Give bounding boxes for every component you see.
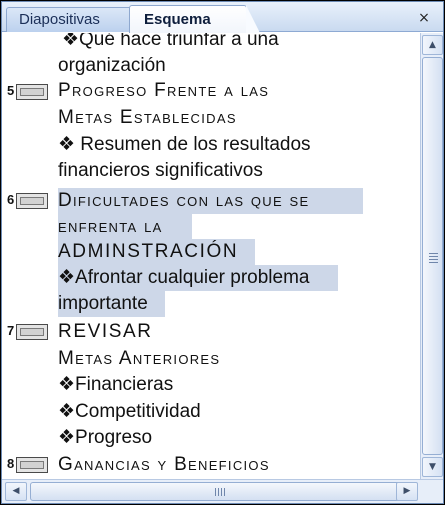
horizontal-scrollbar[interactable]: ◀ ▶ xyxy=(2,479,443,503)
scroll-left-icon[interactable]: ◀ xyxy=(5,482,27,501)
outline-bullet[interactable]: ❖Competitividad xyxy=(58,399,201,425)
pane-tab-bar: Diapositivas Esquema × xyxy=(2,2,443,33)
slide-number: 5 xyxy=(7,83,15,98)
grip-line xyxy=(221,488,222,496)
slide-title[interactable]: Dificultades con las que se xyxy=(58,188,363,214)
outline-bullet[interactable]: importante xyxy=(58,291,165,317)
grip-line xyxy=(429,256,438,257)
slide-title[interactable]: Ganancias y Beneficios xyxy=(58,452,270,478)
outline-bullet[interactable]: financieros significativos xyxy=(58,158,263,184)
slide-icon xyxy=(16,193,48,209)
horizontal-scroll-thumb[interactable] xyxy=(30,482,418,501)
scroll-up-icon[interactable]: ▲ xyxy=(422,35,443,55)
tab-outline[interactable]: Esquema xyxy=(129,5,260,33)
grip-line xyxy=(429,259,438,260)
vertical-scrollbar[interactable]: ▲ ▼ xyxy=(420,33,443,479)
slide-number: 6 xyxy=(7,192,15,207)
tab-slides[interactable]: Diapositivas xyxy=(6,7,134,32)
slide-number: 7 xyxy=(7,323,15,338)
close-icon[interactable]: × xyxy=(416,10,432,26)
outline-bullet[interactable]: organización xyxy=(58,53,166,79)
outline-content[interactable]: ❖Qué hace triunfar a una organización 5 … xyxy=(2,33,420,479)
slide-title[interactable]: Metas Anteriores xyxy=(58,346,220,372)
slide-title[interactable]: Metas Establecidas xyxy=(58,105,237,131)
slide-marker-6[interactable]: 6 xyxy=(7,190,53,210)
scroll-right-icon[interactable]: ▶ xyxy=(396,482,418,501)
tab-slides-label: Diapositivas xyxy=(19,11,100,28)
slide-number: 8 xyxy=(7,456,15,471)
slide-icon xyxy=(16,84,48,100)
outline-bullet[interactable]: ❖Financieras xyxy=(58,372,173,398)
grip-line xyxy=(429,262,438,263)
tab-outline-label: Esquema xyxy=(144,11,211,28)
slide-marker-7[interactable]: 7 xyxy=(7,321,53,341)
grip-line xyxy=(215,488,216,496)
outline-bullet[interactable]: ❖Progreso xyxy=(58,425,152,451)
slide-title[interactable]: Progreso Frente a las xyxy=(58,78,269,104)
slide-title[interactable]: REVISAR xyxy=(58,319,153,345)
grip-line xyxy=(429,253,438,254)
vertical-scroll-thumb[interactable] xyxy=(422,57,443,455)
grip-line xyxy=(224,488,225,496)
outline-bullet[interactable]: ❖Afrontar cualquier problema xyxy=(58,265,338,291)
outline-pane: Diapositivas Esquema × ❖Qué hace triunfa… xyxy=(1,1,444,504)
slide-marker-8[interactable]: 8 xyxy=(7,454,53,474)
grip-line xyxy=(218,488,219,496)
slide-icon xyxy=(16,324,48,340)
outline-bullet[interactable]: ❖ Resumen de los resultados xyxy=(58,132,311,158)
outline-bullet[interactable]: ❖Qué hace triunfar a una xyxy=(62,33,279,53)
slide-marker-5[interactable]: 5 xyxy=(7,81,53,101)
slide-title[interactable]: enfrenta la xyxy=(58,214,192,240)
slide-title[interactable]: ADMINSTRACIÓN xyxy=(58,239,255,265)
scroll-down-icon[interactable]: ▼ xyxy=(422,457,443,477)
slide-icon xyxy=(16,457,48,473)
